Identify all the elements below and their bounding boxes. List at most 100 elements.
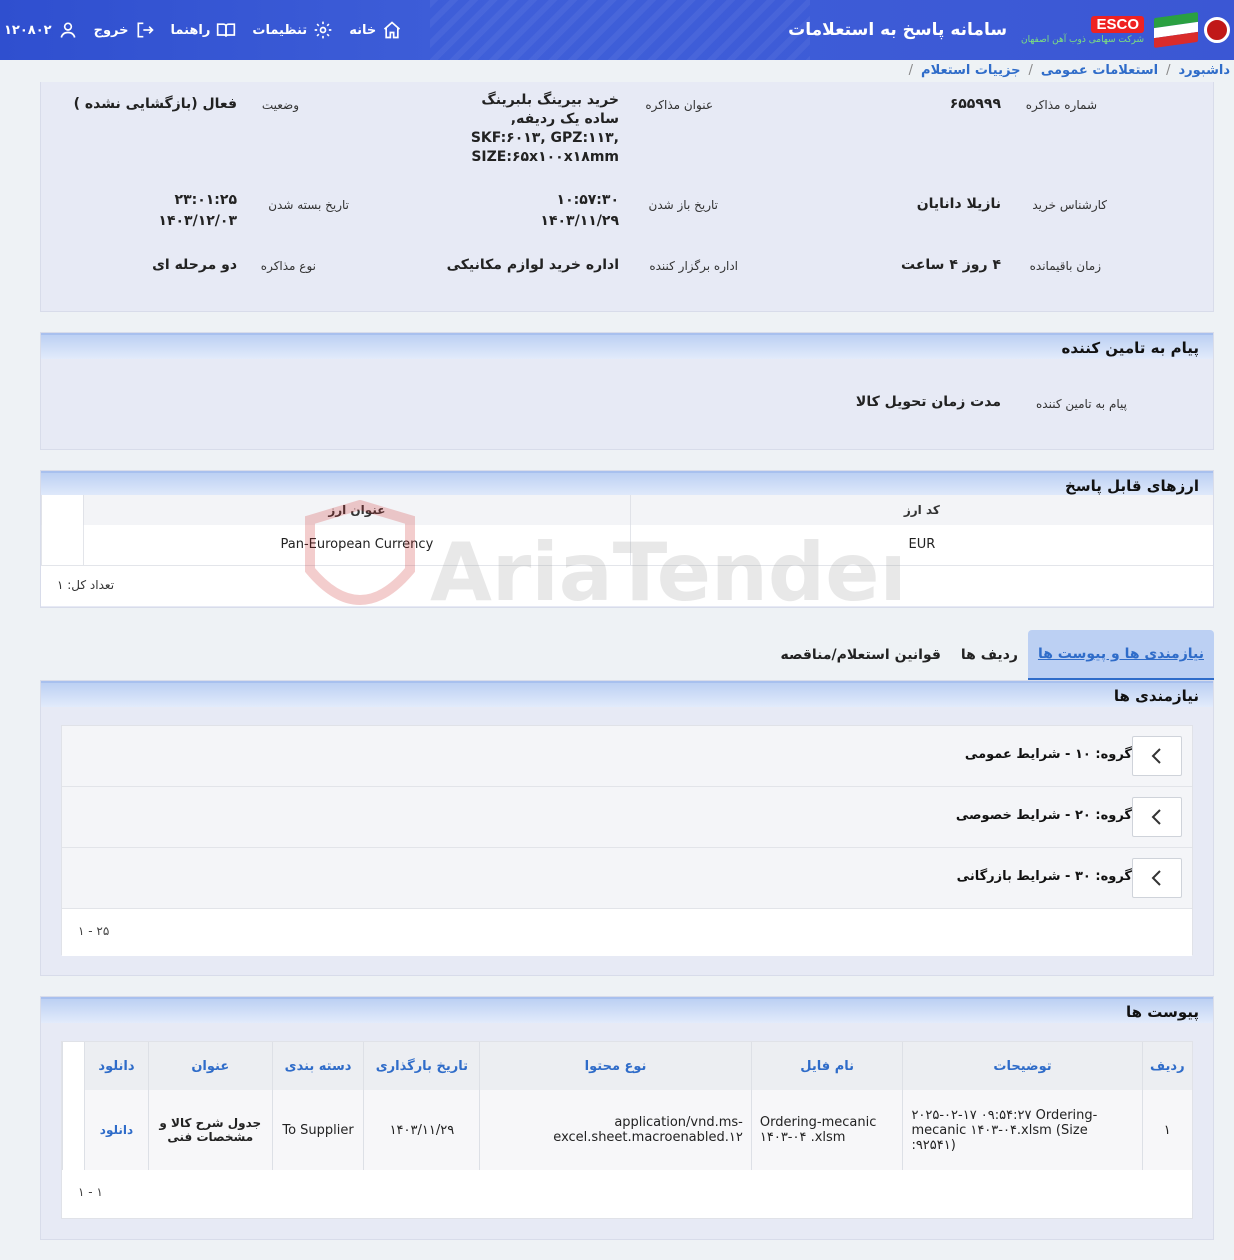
negotiation-title-label: عنوان مذاکره (645, 98, 713, 112)
tab-rules[interactable]: قوانین استعلام/مناقصه (770, 630, 950, 680)
attachment-title: جدول شرح کالا و مشخصات فنی (147, 1090, 273, 1170)
currencies-footer: تعداد کل: ۱ (41, 565, 1213, 606)
breadcrumb-public-inquiries[interactable]: استعلامات عمومی (1041, 63, 1158, 78)
requirements-footer: ۱ - ۲۵ (62, 909, 1192, 956)
col-spacer (61, 1042, 85, 1090)
top-header: ۱۲۰۸۰۲ خروج راهنما تنظیمات خانه سامانه پ… (0, 0, 1234, 60)
currency-title-cell: Pan-European Currency (83, 525, 631, 566)
currencies-table: کد ارز عنوان ارز EUR Pan-European Curren… (41, 495, 1213, 566)
supplier-message-heading: پیام به تامین کننده (41, 333, 1213, 359)
negotiation-type-label: نوع مذاکره (260, 259, 316, 273)
list-item: گروه: ۳۰ - شرایط بازرگانی (62, 848, 1192, 909)
guide-button[interactable]: راهنما (163, 20, 245, 40)
supplier-message-panel: پیام به تامین کننده پیام به تامین کننده … (40, 332, 1214, 450)
iran-flag-icon (1154, 11, 1198, 49)
logout-button[interactable]: خروج (86, 20, 163, 40)
expand-group-button[interactable] (1132, 736, 1182, 776)
attachment-content-type: application/vnd.ms-excel.sheet.macroenab… (479, 1090, 752, 1170)
user-account[interactable]: ۱۲۰۸۰۲ (0, 20, 86, 40)
list-item: گروه: ۲۰ - شرایط خصوصی (62, 787, 1192, 848)
status-label: وضعیت (261, 98, 299, 112)
col-category[interactable]: دسته بندی (271, 1042, 364, 1090)
breadcrumb-sep: / (1028, 62, 1033, 78)
download-link[interactable]: دانلود (84, 1090, 149, 1170)
app-title: سامانه پاسخ به استعلامات (788, 20, 1008, 40)
group-label: گروه: ۳۰ - شرایط بازرگانی (956, 869, 1132, 884)
attachment-description: ۲۰۲۵-۰۲-۱۷ ۰۹:۵۴:۲۷ Ordering-mecanic ۱۴۰… (902, 1090, 1143, 1170)
spacer-cell (41, 525, 84, 566)
user-toolbar: ۱۲۰۸۰۲ خروج راهنما تنظیمات خانه (0, 0, 410, 60)
supplier-message-value: مدت زمان تحویل کالا (855, 394, 1001, 410)
logout-label: خروج (93, 22, 129, 38)
attachments-heading: پیوست ها (41, 997, 1213, 1023)
col-filename[interactable]: نام فایل (750, 1042, 903, 1090)
close-time-value: ۲۳:۰۱:۲۵ (174, 192, 237, 208)
col-currency-code[interactable]: کد ارز (629, 495, 1213, 525)
currencies-table-wrap: کد ارز عنوان ارز EUR Pan-European Curren… (41, 495, 1213, 606)
attachment-category: To Supplier (271, 1090, 364, 1170)
negotiation-type-value: دو مرحله ای (152, 257, 237, 273)
esco-subtitle: شرکت سهامی ذوب آهن اصفهان (1021, 34, 1144, 45)
table-row[interactable]: ۱ ۲۰۲۵-۰۲-۱۷ ۰۹:۵۴:۲۷ Ordering-mecanic ۱… (61, 1090, 1192, 1170)
currencies-panel: ارزهای قابل پاسخ کد ارز عنوان ارز EUR Pa… (40, 470, 1214, 608)
breadcrumb-inquiry-details[interactable]: جزییات استعلام (921, 63, 1020, 78)
settings-label: تنظیمات (252, 22, 308, 38)
status-value: فعال (بازگشایی نشده ) (73, 96, 237, 112)
settings-button[interactable]: تنظیمات (244, 20, 341, 40)
expand-group-button[interactable] (1132, 797, 1182, 837)
col-index[interactable]: ردیف (1141, 1042, 1192, 1090)
attachments-pager: ۱ - ۱ (78, 1185, 103, 1199)
chevron-left-icon (1151, 870, 1161, 886)
requirements-list: گروه: ۱۰ - شرایط عمومی گروه: ۲۰ - شرایط … (61, 725, 1193, 956)
chevron-left-icon (1151, 748, 1161, 764)
currencies-count: تعداد کل: ۱ (57, 577, 115, 592)
close-date-label: تاریخ بسته شدن (268, 198, 349, 212)
group-label: گروه: ۱۰ - شرایط عمومی (964, 747, 1132, 762)
col-upload-date[interactable]: تاریخ بارگذاری (363, 1042, 480, 1090)
attachment-index: ۱ (1141, 1090, 1192, 1170)
open-date-label: تاریخ باز شدن (648, 198, 718, 212)
tab-requirements-attachments[interactable]: نیازمندی ها و پیوست ها (1027, 630, 1214, 680)
gear-icon (314, 21, 332, 39)
user-id: ۱۲۰۸۰۲ (4, 22, 52, 38)
header-pattern (430, 0, 810, 60)
col-title[interactable]: عنوان (147, 1042, 273, 1090)
attachments-footer: ۱ - ۱ (62, 1170, 1192, 1216)
home-button[interactable]: خانه (341, 20, 410, 40)
attachments-panel: پیوست ها ردیف توضیحات نام فایل نوع محتوا… (40, 996, 1214, 1240)
open-date-value: ۱۴۰۳/۱۱/۲۹ (540, 213, 619, 229)
requirements-heading: نیازمندی ها (41, 681, 1213, 707)
brand-area: سامانه پاسخ به استعلامات ESCO شرکت سهامی… (788, 0, 1234, 60)
purchase-expert-label: کارشناس خرید (1032, 198, 1107, 212)
requirements-panel: نیازمندی ها گروه: ۱۰ - شرایط عمومی گروه:… (40, 680, 1214, 976)
breadcrumb-dashboard[interactable]: داشبورد (1178, 63, 1230, 78)
col-download[interactable]: دانلود (84, 1042, 149, 1090)
attachment-filename: Ordering-mecanic ۱۴۰۳-۰۴ .xlsm (750, 1090, 903, 1170)
detail-tabs: نیازمندی ها و پیوست ها ردیف ها قوانین اس… (770, 630, 1214, 680)
book-icon (217, 23, 236, 37)
list-item: گروه: ۱۰ - شرایط عمومی (62, 726, 1192, 787)
group-label: گروه: ۲۰ - شرایط خصوصی (955, 808, 1132, 823)
logout-icon (137, 22, 154, 38)
open-time-value: ۱۰:۵۷:۳۰ (556, 192, 619, 208)
col-spacer (41, 495, 84, 525)
expand-group-button[interactable] (1132, 858, 1182, 898)
negotiation-title-value: خرید بیرینگ بلبرینگ ساده یک ردیفه, SKF:۶… (470, 92, 619, 165)
tab-rows[interactable]: ردیف ها (951, 630, 1028, 680)
negotiation-number-value: ۶۵۵۹۹۹ (949, 96, 1001, 112)
breadcrumb: داشبورد / استعلامات عمومی / جزییات استعل… (0, 60, 1234, 80)
office-label: اداره برگزار کننده (649, 259, 738, 273)
negotiation-number-label: شماره مذاکره (1025, 98, 1097, 112)
table-row[interactable]: EUR Pan-European Currency (41, 525, 1213, 566)
col-content-type[interactable]: نوع محتوا (479, 1042, 752, 1090)
attachments-table: ردیف توضیحات نام فایل نوع محتوا تاریخ با… (61, 1042, 1192, 1170)
supplier-message-label: پیام به تامین کننده (1036, 397, 1127, 411)
col-currency-title[interactable]: عنوان ارز (83, 495, 631, 525)
esco-badge: ESCO (1091, 15, 1144, 33)
spacer-cell (61, 1090, 85, 1170)
user-icon (60, 22, 76, 38)
home-label: خانه (349, 22, 377, 38)
col-description[interactable]: توضیحات (902, 1042, 1143, 1090)
currency-code-cell: EUR (629, 525, 1213, 566)
requirements-pager: ۱ - ۲۵ (78, 924, 110, 938)
